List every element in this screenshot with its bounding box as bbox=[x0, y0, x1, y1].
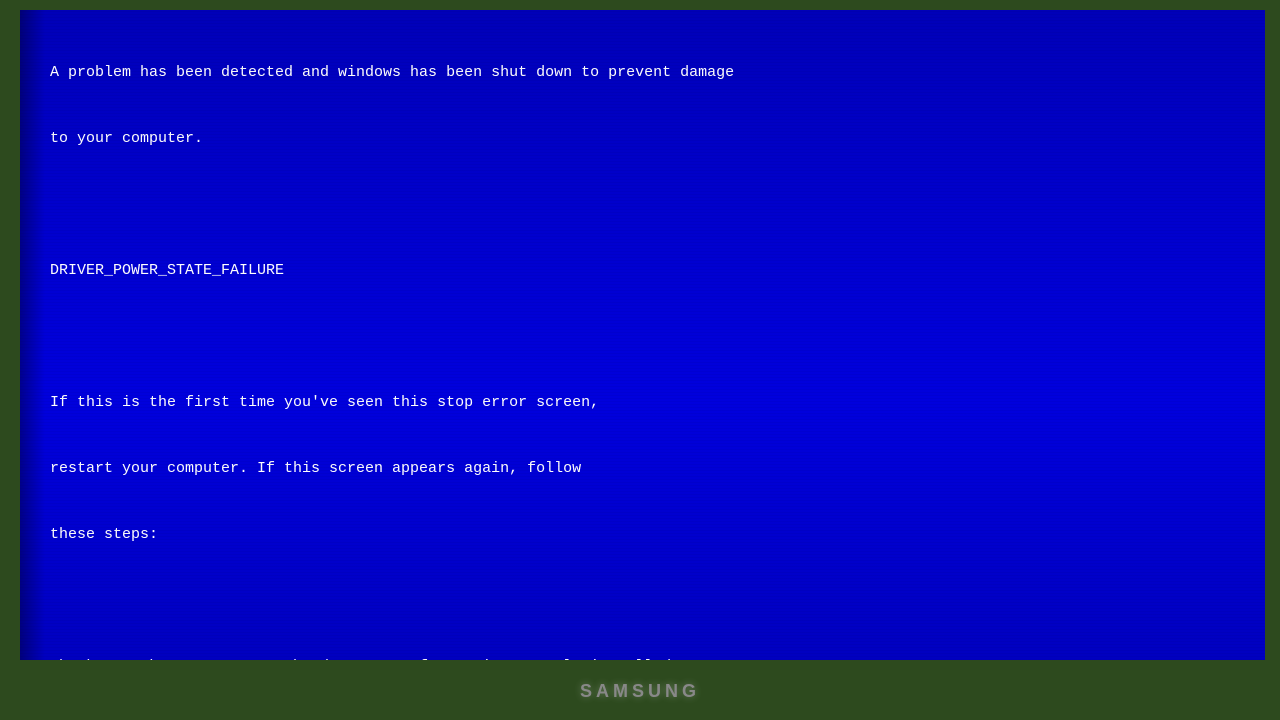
line-first1: If this is the first time you've seen th… bbox=[50, 392, 1235, 415]
line-error-code: DRIVER_POWER_STATE_FAILURE bbox=[50, 260, 1235, 283]
line-first3: these steps: bbox=[50, 524, 1235, 547]
samsung-logo: SAMSUNG bbox=[580, 681, 700, 702]
line-first2: restart your computer. If this screen ap… bbox=[50, 458, 1235, 481]
line-blank1 bbox=[50, 194, 1235, 217]
line-top2: to your computer. bbox=[50, 128, 1235, 151]
bsod-screen: A problem has been detected and windows … bbox=[20, 10, 1265, 660]
line-blank3 bbox=[50, 590, 1235, 613]
outer-frame: A problem has been detected and windows … bbox=[0, 0, 1280, 720]
line-check1: Check to make sure any new hardware or s… bbox=[50, 656, 1235, 661]
bsod-content: A problem has been detected and windows … bbox=[20, 10, 1265, 660]
line-blank2 bbox=[50, 326, 1235, 349]
line-top1: A problem has been detected and windows … bbox=[50, 62, 1235, 85]
